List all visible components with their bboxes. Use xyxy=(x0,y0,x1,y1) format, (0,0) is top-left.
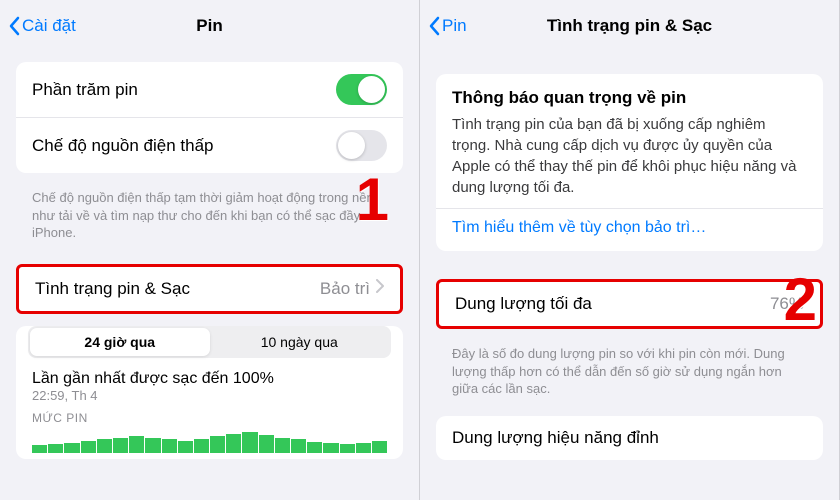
nav-bar: Pin Tình trạng pin & Sạc xyxy=(420,0,839,52)
back-label: Pin xyxy=(442,16,467,36)
segment-10d[interactable]: 10 ngày qua xyxy=(210,328,390,356)
usage-chart-group: 24 giờ qua 10 ngày qua Lần gần nhất được… xyxy=(16,326,403,459)
learn-more-link[interactable]: Tìm hiểu thêm về tùy chọn bảo trì… xyxy=(436,208,823,251)
row-battery-percent[interactable]: Phần trăm pin xyxy=(16,62,403,118)
toggle-battery-percent[interactable] xyxy=(336,74,387,105)
segmented-control[interactable]: 24 giờ qua 10 ngày qua xyxy=(28,326,391,358)
row-label: Dung lượng hiệu năng đỉnh xyxy=(452,428,807,448)
screen-battery-health: Pin Tình trạng pin & Sạc Thông báo quan … xyxy=(420,0,840,500)
annotation-marker-1: 1 xyxy=(356,170,389,230)
page-title: Tình trạng pin & Sạc xyxy=(547,16,712,36)
row-label: Tình trạng pin & Sạc xyxy=(35,279,320,299)
notice-title: Thông báo quan trọng về pin xyxy=(436,74,823,114)
toggle-group: Phần trăm pin Chế độ nguồn điện thấp xyxy=(16,62,403,173)
content-area: Phần trăm pin Chế độ nguồn điện thấp Chế… xyxy=(0,52,419,500)
row-low-power[interactable]: Chế độ nguồn điện thấp xyxy=(16,118,403,173)
nav-bar: Cài đặt Pin xyxy=(0,0,419,52)
important-notice-group: Thông báo quan trọng về pin Tình trạng p… xyxy=(436,74,823,251)
max-capacity-group: Dung lượng tối đa 76% xyxy=(436,279,823,329)
content-area: Thông báo quan trọng về pin Tình trạng p… xyxy=(420,52,839,500)
row-label: Phần trăm pin xyxy=(32,80,336,100)
battery-health-row-group: Tình trạng pin & Sạc Bảo trì xyxy=(16,264,403,314)
back-button[interactable]: Cài đặt xyxy=(8,16,76,36)
battery-level-chart xyxy=(32,429,387,453)
chevron-left-icon xyxy=(428,16,440,36)
row-label: Chế độ nguồn điện thấp xyxy=(32,136,336,156)
capacity-footer: Đây là số đo dung lượng pin so với khi p… xyxy=(420,339,839,398)
screen-battery: Cài đặt Pin Phần trăm pin Chế độ nguồn đ… xyxy=(0,0,420,500)
row-peak-performance: Dung lượng hiệu năng đỉnh xyxy=(436,416,823,460)
segment-24h[interactable]: 24 giờ qua xyxy=(30,328,210,356)
row-value: Bảo trì xyxy=(320,279,370,299)
back-button[interactable]: Pin xyxy=(428,16,467,36)
peak-performance-group: Dung lượng hiệu năng đỉnh xyxy=(436,416,823,460)
chevron-left-icon xyxy=(8,16,20,36)
last-charge-time: 22:59, Th 4 xyxy=(16,388,403,407)
last-charge-line: Lần gần nhất được sạc đến 100% xyxy=(16,366,403,388)
annotation-marker-2: 2 xyxy=(784,270,817,330)
row-battery-health[interactable]: Tình trạng pin & Sạc Bảo trì xyxy=(19,267,400,311)
chevron-right-icon xyxy=(376,279,384,298)
chart-level-label: MỨC PIN xyxy=(16,407,403,425)
back-label: Cài đặt xyxy=(22,16,76,36)
page-title: Pin xyxy=(196,16,222,36)
row-label: Dung lượng tối đa xyxy=(455,294,770,314)
toggle-low-power[interactable] xyxy=(336,130,387,161)
row-max-capacity: Dung lượng tối đa 76% xyxy=(439,282,820,326)
notice-body: Tình trạng pin của bạn đã bị xuống cấp n… xyxy=(436,114,823,208)
